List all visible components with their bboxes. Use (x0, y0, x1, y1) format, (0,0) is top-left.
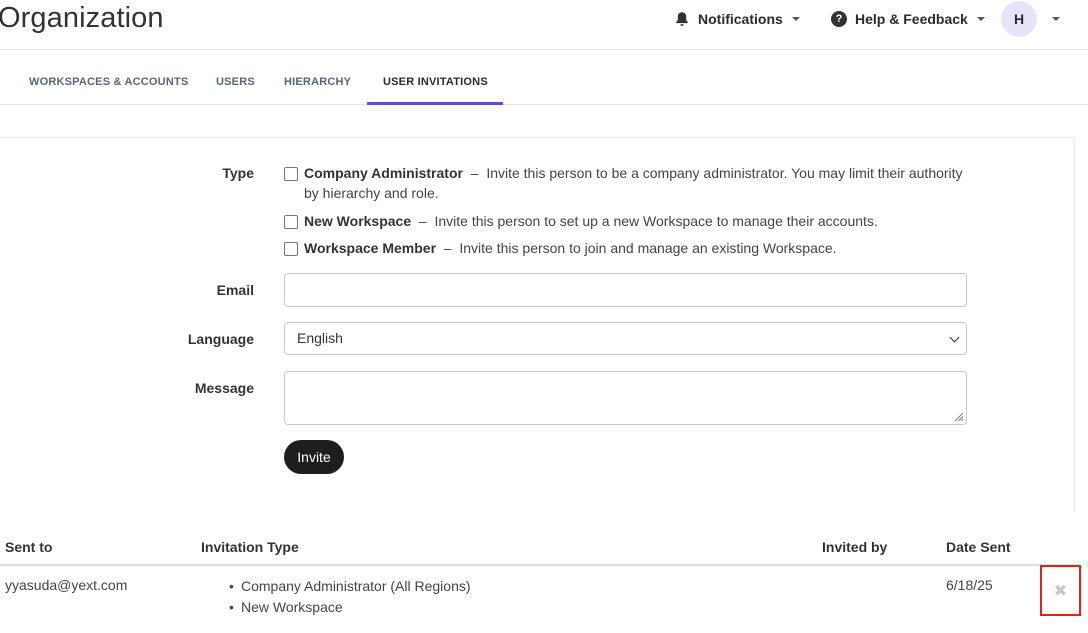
option-separator: – (470, 165, 479, 181)
language-value: English (297, 330, 343, 346)
new-workspace-checkbox[interactable] (284, 215, 298, 229)
resize-handle-icon[interactable] (954, 412, 964, 422)
sent-to-cell: yyasuda@yext.com (5, 577, 128, 593)
option-title: New Workspace (304, 213, 412, 229)
help-icon: ? (831, 11, 847, 27)
tab-users[interactable]: USERS (216, 50, 255, 105)
invite-button[interactable]: Invite (284, 440, 344, 474)
language-select[interactable]: English (284, 322, 967, 355)
column-header-sent-to: Sent to (5, 539, 53, 555)
option-title: Company Administrator (304, 165, 463, 181)
option-separator: – (418, 213, 427, 229)
column-header-invited-by: Invited by (822, 539, 888, 555)
notifications-button[interactable]: Notifications (675, 10, 800, 28)
chevron-down-icon (949, 332, 960, 343)
close-icon: ✖ (1053, 582, 1068, 600)
company-administrator-checkbox[interactable] (284, 167, 298, 181)
new-workspace-option: New Workspace – Invite this person to se… (304, 211, 969, 231)
workspace-member-option: Workspace Member – Invite this person to… (304, 238, 969, 258)
table-header-divider (0, 564, 1080, 566)
company-administrator-option: Company Administrator – Invite this pers… (304, 163, 969, 203)
tab-workspaces-accounts[interactable]: WORKSPACES & ACCOUNTS (29, 50, 188, 105)
tab-hierarchy[interactable]: HIERARCHY (284, 50, 351, 105)
tab-user-invitations[interactable]: USER INVITATIONS (367, 50, 503, 105)
message-label: Message (194, 380, 254, 396)
notifications-label: Notifications (698, 11, 783, 27)
avatar-chevron-down-icon[interactable] (1052, 17, 1060, 21)
date-sent-cell: 6/18/25 (946, 577, 993, 593)
column-header-invitation-type: Invitation Type (201, 539, 299, 555)
message-textarea[interactable] (284, 371, 967, 425)
option-description: Invite this person to set up a new Works… (434, 213, 878, 229)
user-avatar[interactable]: H (1001, 1, 1037, 37)
type-label: Type (222, 165, 254, 181)
option-separator: – (443, 240, 452, 256)
tab-bar: WORKSPACES & ACCOUNTS USERS HIERARCHY US… (0, 50, 1088, 105)
bell-icon (676, 12, 688, 26)
language-label: Language (187, 331, 254, 347)
top-header: Organization Notifications ? Help & Feed… (0, 0, 1088, 50)
help-feedback-label: Help & Feedback (855, 11, 968, 27)
email-label: Email (216, 282, 254, 298)
page-title: Organization (0, 2, 164, 34)
column-header-date-sent: Date Sent (946, 539, 1011, 555)
option-description: Invite this person to join and manage an… (459, 240, 837, 256)
workspace-member-checkbox[interactable] (284, 242, 298, 256)
invitation-type-item: Company Administrator (All Regions) (229, 578, 471, 594)
option-title: Workspace Member (304, 240, 437, 256)
email-input[interactable] (284, 273, 967, 307)
invitation-type-item: New Workspace (229, 599, 343, 615)
help-feedback-button[interactable]: ? Help & Feedback (831, 10, 985, 28)
chevron-down-icon (791, 17, 800, 21)
chevron-down-icon (976, 17, 985, 21)
delete-invitation-button[interactable]: ✖ (1040, 565, 1081, 616)
